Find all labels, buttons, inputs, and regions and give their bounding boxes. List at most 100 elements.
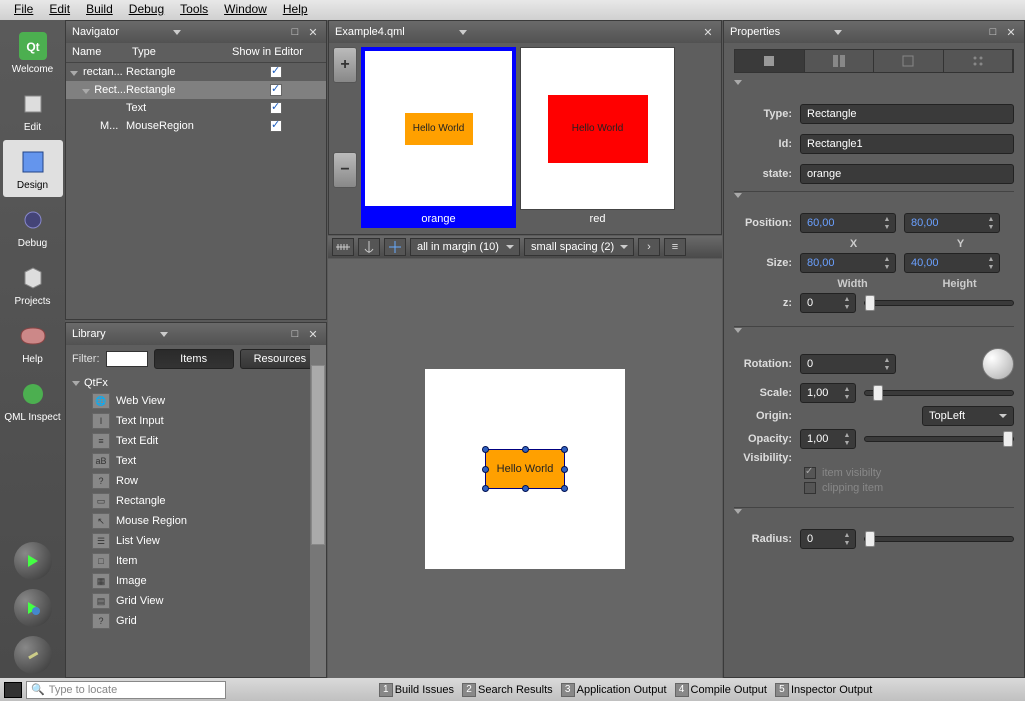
zoom-in-button[interactable]: + bbox=[333, 47, 357, 83]
radius-spinner[interactable]: 0▲▼ bbox=[800, 529, 856, 549]
scrollbar[interactable] bbox=[310, 345, 326, 677]
tab-layout[interactable] bbox=[805, 50, 875, 72]
nav-header-name[interactable]: Name bbox=[66, 43, 126, 62]
snap-button[interactable] bbox=[332, 238, 354, 256]
origin-combo[interactable]: TopLeft bbox=[922, 406, 1014, 426]
navigator-dropdown[interactable] bbox=[173, 30, 181, 35]
checkbox[interactable] bbox=[270, 120, 282, 132]
lib-item[interactable]: ≡Text Edit bbox=[72, 431, 320, 451]
expand-icon[interactable] bbox=[70, 67, 81, 78]
spacing-select[interactable]: small spacing (2) bbox=[524, 238, 634, 256]
locator-input[interactable]: 🔍 Type to locate bbox=[26, 681, 226, 699]
arrow-button[interactable]: › bbox=[638, 238, 660, 256]
run-debug-button[interactable] bbox=[14, 589, 52, 627]
z-spinner[interactable]: 0▲▼ bbox=[800, 293, 856, 313]
tab-other[interactable] bbox=[944, 50, 1014, 72]
nav-header-show[interactable]: Show in Editor bbox=[226, 43, 326, 62]
lib-item[interactable]: aBText bbox=[72, 451, 320, 471]
margin-select[interactable]: all in margin (10) bbox=[410, 238, 520, 256]
rotation-spinner[interactable]: 0▲▼ bbox=[800, 354, 896, 374]
resize-handle[interactable] bbox=[522, 485, 529, 492]
state-field[interactable]: orange bbox=[800, 164, 1014, 184]
tree-row[interactable]: M... MouseRegion bbox=[66, 117, 326, 135]
resize-handle[interactable] bbox=[482, 446, 489, 453]
split-icon[interactable]: □ bbox=[288, 327, 302, 341]
scale-spinner[interactable]: 1,00▲▼ bbox=[800, 383, 856, 403]
lib-item[interactable]: ▭Rectangle bbox=[72, 491, 320, 511]
file-dropdown[interactable] bbox=[459, 30, 467, 35]
output-application[interactable]: 3Application Output bbox=[559, 683, 669, 697]
id-field[interactable]: Rectangle1 bbox=[800, 134, 1014, 154]
lib-item[interactable]: □Item bbox=[72, 551, 320, 571]
mode-qml-inspect[interactable]: QML Inspect bbox=[3, 372, 63, 429]
mode-design[interactable]: Design bbox=[3, 140, 63, 197]
state-card-orange[interactable]: Hello World orange bbox=[361, 47, 516, 228]
checkbox[interactable] bbox=[270, 102, 282, 114]
height-spinner[interactable]: 40,00▲▼ bbox=[904, 253, 1000, 273]
crosshair-button[interactable] bbox=[384, 238, 406, 256]
library-category[interactable]: QtFx bbox=[72, 375, 320, 391]
anchor-button[interactable] bbox=[358, 238, 380, 256]
menu-debug[interactable]: Debug bbox=[121, 0, 172, 20]
lib-item[interactable]: ▦Image bbox=[72, 571, 320, 591]
width-spinner[interactable]: 80,00▲▼ bbox=[800, 253, 896, 273]
lib-item[interactable]: ↖Mouse Region bbox=[72, 511, 320, 531]
close-icon[interactable]: ✕ bbox=[701, 25, 715, 39]
opacity-spinner[interactable]: 1,00▲▼ bbox=[800, 429, 856, 449]
build-button[interactable] bbox=[14, 636, 52, 674]
tree-row[interactable]: Text bbox=[66, 99, 326, 117]
library-dropdown[interactable] bbox=[160, 332, 168, 337]
mode-edit[interactable]: Edit bbox=[3, 82, 63, 139]
close-icon[interactable]: ✕ bbox=[306, 327, 320, 341]
lib-item[interactable]: ☰List View bbox=[72, 531, 320, 551]
output-search-results[interactable]: 2Search Results bbox=[460, 683, 555, 697]
lib-item[interactable]: 🌐Web View bbox=[72, 391, 320, 411]
properties-dropdown[interactable] bbox=[834, 30, 842, 35]
canvas[interactable]: Hello World bbox=[328, 259, 722, 678]
split-icon[interactable]: □ bbox=[288, 25, 302, 39]
collapse-icon[interactable] bbox=[734, 80, 742, 97]
mode-help[interactable]: Help bbox=[3, 314, 63, 371]
tab-resources[interactable]: Resources bbox=[240, 349, 320, 369]
lib-item[interactable]: IText Input bbox=[72, 411, 320, 431]
output-inspector[interactable]: 5Inspector Output bbox=[773, 683, 874, 697]
close-icon[interactable]: ✕ bbox=[306, 25, 320, 39]
collapse-icon[interactable] bbox=[734, 193, 742, 210]
x-spinner[interactable]: 60,00▲▼ bbox=[800, 213, 896, 233]
tree-row[interactable]: Rect... Rectangle bbox=[66, 81, 326, 99]
tab-general[interactable] bbox=[735, 50, 805, 72]
tab-advanced[interactable] bbox=[874, 50, 944, 72]
rotation-dial[interactable] bbox=[982, 348, 1014, 380]
selected-rectangle[interactable]: Hello World bbox=[485, 449, 565, 489]
visibility-checkbox[interactable] bbox=[804, 467, 816, 479]
collapse-icon[interactable] bbox=[734, 509, 742, 526]
run-button[interactable] bbox=[14, 542, 52, 580]
tab-items[interactable]: Items bbox=[154, 349, 234, 369]
output-build-issues[interactable]: 1Build Issues bbox=[377, 683, 456, 697]
menu-file[interactable]: File bbox=[6, 0, 41, 20]
canvas-root[interactable]: Hello World bbox=[425, 369, 625, 569]
filter-input[interactable] bbox=[106, 351, 148, 367]
tree-row[interactable]: rectan... Rectangle bbox=[66, 63, 326, 81]
state-card-red[interactable]: Hello World red bbox=[520, 47, 675, 228]
resize-handle[interactable] bbox=[482, 466, 489, 473]
zoom-out-button[interactable]: − bbox=[333, 152, 357, 188]
menu-button[interactable]: ≡ bbox=[664, 238, 686, 256]
radius-slider[interactable] bbox=[864, 536, 1014, 542]
nav-header-type[interactable]: Type bbox=[126, 43, 226, 62]
lib-item[interactable]: ?Grid bbox=[72, 611, 320, 631]
y-spinner[interactable]: 80,00▲▼ bbox=[904, 213, 1000, 233]
resize-handle[interactable] bbox=[482, 485, 489, 492]
checkbox[interactable] bbox=[270, 66, 282, 78]
output-toggle[interactable] bbox=[4, 682, 22, 698]
menu-build[interactable]: Build bbox=[78, 0, 121, 20]
lib-item[interactable]: ?Row bbox=[72, 471, 320, 491]
menu-help[interactable]: Help bbox=[275, 0, 316, 20]
scale-slider[interactable] bbox=[864, 390, 1014, 396]
close-icon[interactable]: ✕ bbox=[1004, 25, 1018, 39]
resize-handle[interactable] bbox=[561, 466, 568, 473]
mode-debug[interactable]: Debug bbox=[3, 198, 63, 255]
output-compile[interactable]: 4Compile Output bbox=[673, 683, 769, 697]
checkbox[interactable] bbox=[270, 84, 282, 96]
collapse-icon[interactable] bbox=[734, 328, 742, 345]
